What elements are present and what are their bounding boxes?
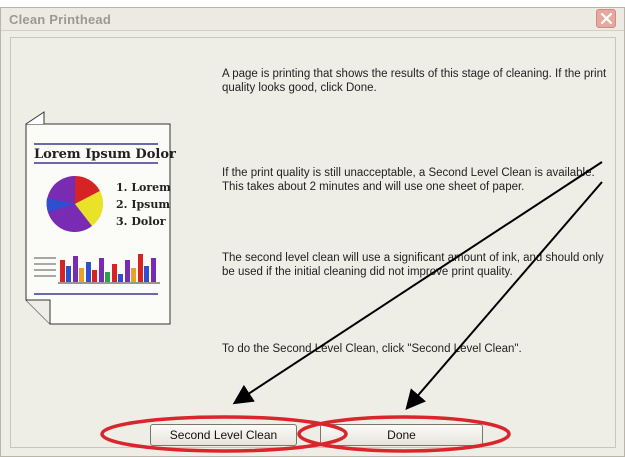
message-second-level-available: If the print quality is still unacceptab… [222, 167, 595, 193]
printed-page-illustration: Lorem Ipsum Dolor 1. Lorem 2. Ipsum 3. D… [25, 111, 176, 325]
title-bar: Clean Printhead [1, 8, 624, 31]
close-x-icon [601, 13, 612, 24]
message-results-printing: A page is printing that shows the result… [222, 68, 607, 94]
illustration-heading: Lorem Ipsum Dolor [34, 147, 176, 162]
close-button[interactable] [596, 9, 616, 28]
illustration-item-2: 2. Ipsum [116, 198, 170, 211]
illustration-item-1: 1. Lorem [116, 181, 171, 194]
done-button[interactable]: Done [320, 424, 483, 446]
message-instructions: To do the Second Level Clean, click "Sec… [222, 343, 522, 355]
second-level-clean-button[interactable]: Second Level Clean [150, 424, 297, 446]
message-ink-warning: The second level clean will use a signif… [222, 252, 604, 278]
illustration-item-3: 3. Dolor [116, 215, 166, 228]
window-title: Clean Printhead [9, 12, 111, 27]
pie-chart-graphic [46, 175, 104, 232]
